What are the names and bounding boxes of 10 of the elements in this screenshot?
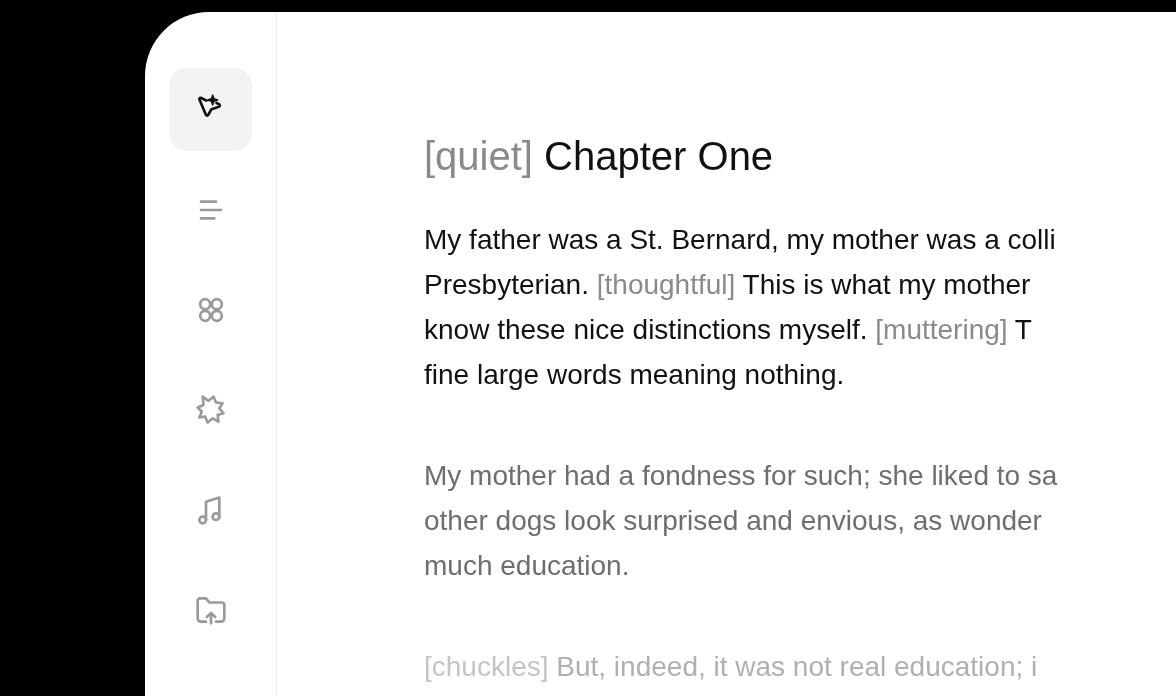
text-line: Presbyterian. [thoughtful] This is what my mother xyxy=(424,268,1032,302)
text-line: other dogs look surprised and envious, as wonder xyxy=(424,504,1043,538)
text-line: know these nice distinctions myself. [muttering] T xyxy=(424,313,1033,347)
chapter-heading: [quiet] Chapter One xyxy=(424,133,775,180)
text-line: much education. xyxy=(424,549,631,583)
text-line: [chuckles] But, indeed, it was not real education; i xyxy=(424,650,1039,684)
text-line: fine large words meaning nothing. xyxy=(424,358,846,392)
text-line: My father was a St. Bernard, my mother was a colli xyxy=(424,223,1057,257)
sidebar-button[interactable] xyxy=(169,68,252,151)
text-line: My mother had a fondness for such; she liked to sa xyxy=(424,459,1059,493)
